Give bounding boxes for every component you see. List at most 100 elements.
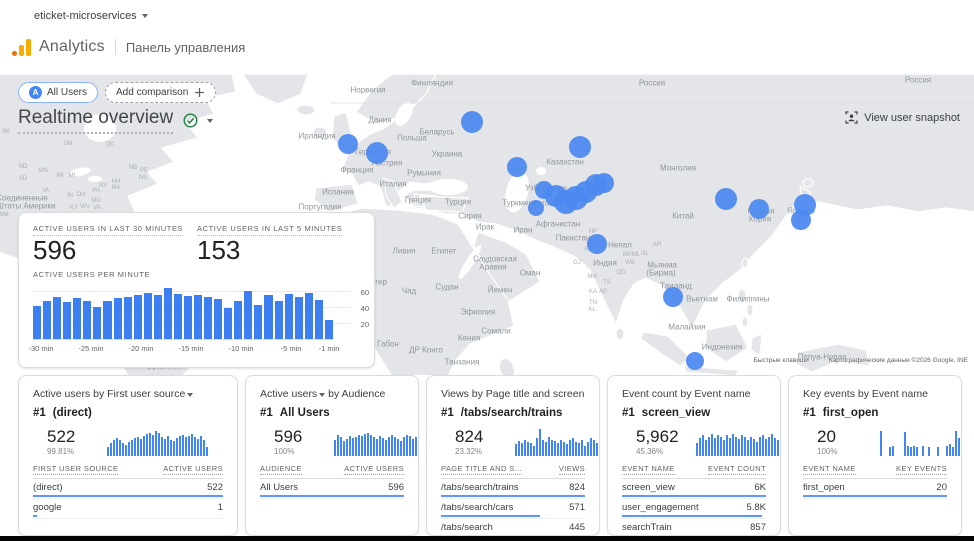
x-tick: -25 min <box>78 344 103 353</box>
map-attribution: Быстрые клавиши Картографические данные … <box>754 357 968 364</box>
divider <box>115 39 116 55</box>
dimension-column-header[interactable]: AUDIENCE <box>260 464 302 475</box>
card-title[interactable]: Event count by Event name <box>622 388 766 400</box>
map-country-label: Россия <box>639 79 665 88</box>
map-user-dot <box>507 157 527 177</box>
map-user-dot <box>715 188 737 210</box>
table-row[interactable]: user_engagement5.8K <box>622 499 766 519</box>
active-users-bar <box>214 299 222 339</box>
card-title[interactable]: Key events by Event name <box>803 388 947 400</box>
map-country-label: Греция <box>405 196 431 205</box>
row-metric: 20 <box>936 482 947 494</box>
map-region-label: OD <box>617 270 626 276</box>
active-users-bar <box>224 308 232 339</box>
table-row[interactable]: searchTrain 857 <box>622 519 766 536</box>
metric-column-header[interactable]: EVENT COUNT <box>708 464 766 475</box>
card-title[interactable]: Active users by Audience <box>260 388 404 400</box>
sparkline-chart <box>696 426 781 456</box>
map-country-label: Италия <box>379 180 406 189</box>
metric-column-header[interactable]: ACTIVE USERS <box>163 464 223 475</box>
window-bottom-edge <box>0 536 974 541</box>
card-metric-value: 20 <box>817 428 869 445</box>
row-dimension: searchTrain <box>622 522 672 534</box>
chart-x-axis: -30 min-25 min-20 min-15 min-10 min-5 mi… <box>33 344 343 356</box>
active-users-5min-value: 153 <box>197 235 240 266</box>
map-country-label: Ирландия <box>299 132 336 141</box>
sparkline-chart <box>334 426 419 456</box>
map-region-label: TS <box>603 280 611 286</box>
add-comparison-chip[interactable]: Add comparison <box>105 82 216 103</box>
map-country-label: Ирак <box>476 223 494 232</box>
comparison-chips: A All Users Add comparison <box>18 82 216 103</box>
property-name: eticket-microservices <box>34 10 137 22</box>
row-dimension: (direct) <box>33 482 63 494</box>
table-header: PAGE TITLE AND S... VIEWS <box>441 464 585 479</box>
plus-icon <box>194 87 205 98</box>
add-comparison-label: Add comparison <box>116 87 188 98</box>
map-country-label: Оман <box>520 269 541 278</box>
top-item-row: #1(direct) <box>33 407 223 419</box>
active-users-bar <box>275 301 283 339</box>
active-users-bar <box>305 293 313 339</box>
table-row[interactable]: /tabs/search/trains824 <box>441 479 585 499</box>
table-rows: screen_view6Kuser_engagement5.8KsearchTr… <box>622 479 766 536</box>
row-metric: 571 <box>569 502 585 514</box>
map-region-label: NL <box>641 251 649 257</box>
row-metric: 857 <box>750 522 766 534</box>
map-region-label: BR <box>623 252 631 258</box>
map-country-label: Иран <box>513 226 532 235</box>
map-country-label: Украина <box>432 150 462 159</box>
map-country-label: Казахстан <box>546 158 584 167</box>
dimension-column-header[interactable]: EVENT NAME <box>622 464 675 475</box>
row-dimension: google <box>33 502 62 514</box>
property-selector[interactable]: eticket-microservices <box>34 10 148 22</box>
map-country-label: Индия <box>593 259 617 268</box>
x-tick: -10 min <box>228 344 253 353</box>
table-row[interactable]: /tabs/search445 <box>441 519 585 536</box>
card-metric-percent: 100% <box>817 447 869 456</box>
dimension-column-header[interactable]: EVENT NAME <box>803 464 856 475</box>
metric-column-header[interactable]: KEY EVENTS <box>896 464 947 475</box>
row-dimension: user_engagement <box>622 502 699 514</box>
map-country-label: Эфиопия <box>461 308 495 317</box>
map-country-label: Турция <box>445 198 471 207</box>
active-users-bar <box>103 301 111 339</box>
map-country-label: Сирия <box>458 212 482 221</box>
metric-column-header[interactable]: ACTIVE USERS <box>344 464 404 475</box>
map-country-label: Египет <box>432 247 457 256</box>
report-title-caret-icon[interactable] <box>207 119 213 123</box>
table-row[interactable]: first_open20 <box>803 479 947 499</box>
card-title[interactable]: Views by Page title and screen name <box>441 388 585 400</box>
report-title[interactable]: Realtime overview <box>18 107 173 134</box>
x-tick: -1 min <box>319 344 340 353</box>
card-stat-row: 5,962 45.36% <box>622 422 766 456</box>
map-country-label: Беларусь <box>420 128 455 137</box>
map-region-label: GJ <box>573 260 581 266</box>
table-row[interactable]: /tabs/search/cars571 <box>441 499 585 519</box>
card-metric-percent: 23.32% <box>455 447 507 456</box>
map-region-label: IA <box>43 188 49 194</box>
metric-column-header[interactable]: VIEWS <box>559 464 585 475</box>
table-row[interactable]: All Users596 <box>260 479 404 499</box>
active-users-bar <box>244 291 252 339</box>
table-row[interactable]: screen_view6K <box>622 479 766 499</box>
map-region-label: ML <box>632 252 640 258</box>
dimension-column-header[interactable]: FIRST USER SOURCE <box>33 464 118 475</box>
table-row[interactable]: google1 <box>33 499 223 519</box>
all-users-chip[interactable]: A All Users <box>18 82 98 103</box>
map-country-label: Йемен <box>488 286 513 295</box>
table-row[interactable]: (direct)522 <box>33 479 223 499</box>
chevron-down-icon <box>142 14 148 18</box>
active-users-bar <box>63 302 71 339</box>
card-metric-percent: 45.36% <box>636 447 688 456</box>
map-country-label: Индонезия <box>702 343 742 352</box>
map-country-label: Испания <box>322 188 354 197</box>
map-region-label: VA <box>93 205 101 211</box>
view-user-snapshot-button[interactable]: View user snapshot <box>845 111 960 124</box>
map-region-label: MD <box>91 198 100 204</box>
dimension-column-header[interactable]: PAGE TITLE AND S... <box>441 464 522 475</box>
map-shortcuts-link[interactable]: Быстрые клавиши <box>754 357 809 364</box>
card-title[interactable]: Active users by First user source <box>33 388 223 400</box>
top-item-row: #1All Users <box>260 407 404 419</box>
map-credit: Картографические данные ©2026 Google, IN… <box>829 357 968 364</box>
